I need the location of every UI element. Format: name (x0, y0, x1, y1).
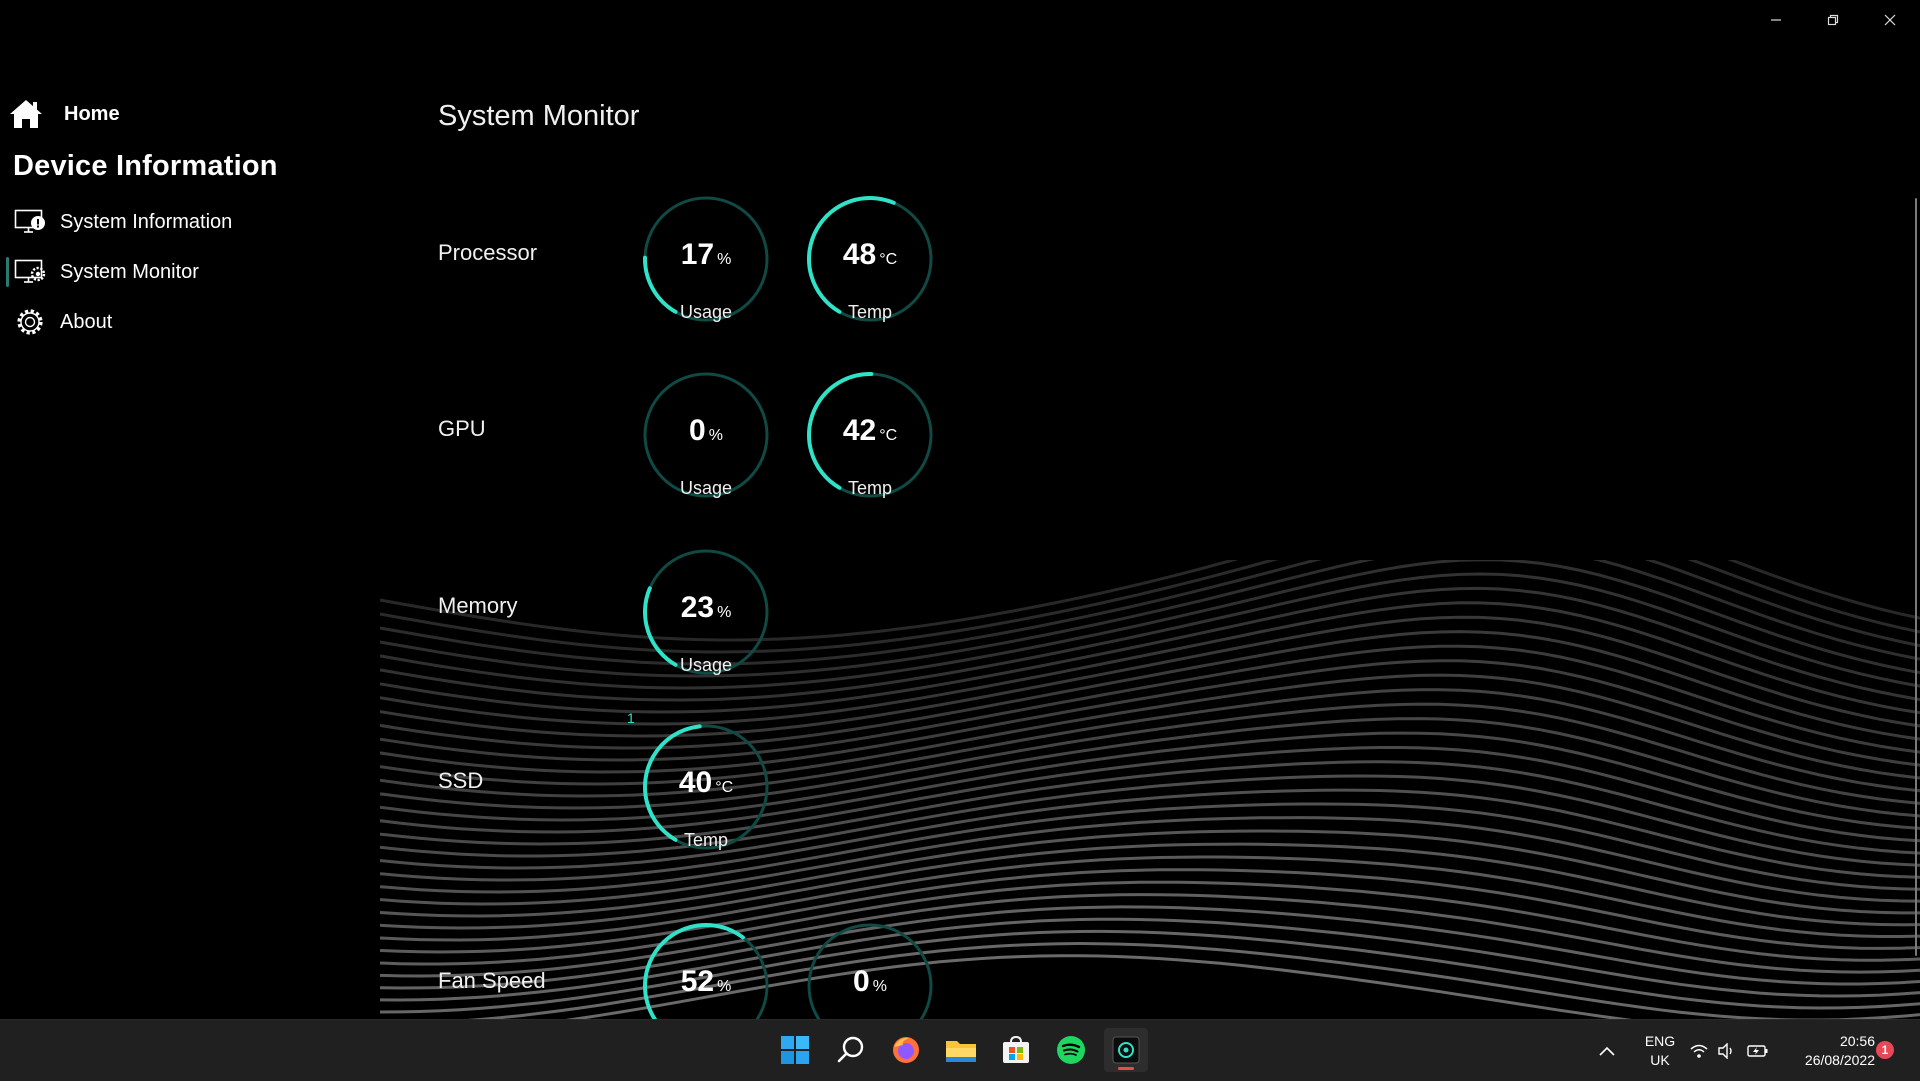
search-icon (837, 1036, 864, 1063)
vertical-scrollbar[interactable] (1915, 198, 1917, 956)
row-label-gpu: GPU (438, 416, 486, 441)
wave-line (380, 560, 1920, 690)
clock-date: 26/08/2022 (1804, 1052, 1875, 1068)
minimize-icon (1771, 19, 1781, 21)
wifi-button[interactable] (1689, 1020, 1709, 1081)
app-window: Home Device Information System Informati… (0, 0, 1920, 1019)
sidebar-item-about[interactable]: About (14, 302, 354, 342)
gauge-value: 42 (842, 414, 877, 447)
close-icon (1884, 14, 1896, 26)
battery-charging-icon (1747, 1044, 1768, 1057)
sidebar-item-label: About (60, 310, 113, 333)
spotify-icon (1057, 1036, 1085, 1064)
gauge-caption: Usage (679, 655, 733, 675)
gauge-value: 23 (680, 591, 715, 624)
gauge-caption: Temp (683, 830, 728, 850)
chevron-up-icon (1599, 1046, 1615, 1056)
windows-start-icon (781, 1036, 809, 1064)
gauge-value: 48 (842, 238, 877, 271)
home-icon (10, 100, 42, 128)
gauge-fan-speed-1: 52% (641, 921, 771, 1019)
taskbar-file-explorer-button[interactable] (939, 1028, 983, 1072)
gauge-unit: % (872, 978, 887, 995)
row-label-ssd: SSD (438, 768, 484, 793)
taskbar-start-button[interactable] (773, 1028, 817, 1072)
taskbar: ENG UK 20:56 26/08/2022 (0, 1019, 1920, 1081)
gauge-value: 17 (680, 238, 715, 271)
taskbar-firefox-button[interactable] (884, 1028, 928, 1072)
minimize-button[interactable] (1748, 0, 1804, 40)
microsoft-store-icon (1003, 1035, 1029, 1063)
volume-button[interactable] (1717, 1020, 1737, 1081)
sidebar-item-system-information[interactable]: System Information (14, 202, 354, 242)
gauge-ssd-temp: 40 °C Temp (641, 722, 771, 872)
wave-line (380, 802, 1920, 894)
gauge-unit: % (717, 251, 732, 268)
gauge-value: 52 (680, 965, 715, 998)
firefox-icon (893, 1037, 919, 1063)
gauge-unit: % (717, 978, 732, 995)
wave-line (380, 717, 1920, 822)
volume-icon (1718, 1042, 1732, 1059)
gauge-processor-temp: 48 °C Temp (805, 194, 935, 344)
sidebar-item-label: System Information (60, 210, 233, 233)
gauge-unit: °C (715, 779, 734, 796)
sidebar-item-system-monitor[interactable]: System Monitor (14, 252, 354, 292)
sidebar-item-label: System Monitor (60, 260, 199, 283)
wifi-icon (1690, 1044, 1708, 1058)
taskbar-store-button[interactable] (994, 1028, 1038, 1072)
language-region: UK (1650, 1052, 1670, 1068)
restore-icon (1827, 14, 1839, 26)
row-label-fan-speed: Fan Speed (438, 968, 546, 993)
gauge-processor-usage: 17% Usage (641, 194, 771, 344)
row-label-processor: Processor (438, 240, 538, 265)
taskbar-search-button[interactable] (829, 1028, 873, 1072)
gauge-fan-speed-2: 0% (805, 921, 935, 1019)
gauge-memory-usage: 23% Usage (641, 547, 771, 697)
gear-icon (17, 309, 43, 335)
gauge-value: 0 (689, 414, 706, 447)
wave-line (380, 560, 1920, 642)
gauge-gpu-usage: 0% Usage (641, 370, 771, 520)
active-app-indicator (1118, 1067, 1134, 1070)
page-title: System Monitor (438, 100, 640, 132)
system-monitor-app-icon (1112, 1036, 1140, 1064)
gauge-caption: Usage (679, 478, 733, 498)
gauge-caption: Temp (847, 302, 892, 322)
section-title: Device Information (13, 150, 278, 182)
taskbar-spotify-button[interactable] (1049, 1028, 1093, 1072)
gauge-value: 40 (678, 766, 713, 799)
gauge-gpu-temp: 42 °C Temp (805, 370, 935, 520)
gauge-unit: °C (879, 427, 898, 444)
language-indicator[interactable]: ENG UK (1635, 1032, 1685, 1070)
selected-indicator (6, 257, 9, 287)
notification-badge[interactable]: 1 (1876, 1041, 1894, 1059)
gauge-caption: Usage (679, 302, 733, 322)
tray-overflow-button[interactable] (1598, 1020, 1616, 1081)
taskbar-system-monitor-button[interactable] (1104, 1028, 1148, 1072)
file-explorer-icon (946, 1041, 976, 1062)
gauge-unit: % (708, 427, 723, 444)
restore-button[interactable] (1805, 0, 1861, 40)
language-code: ENG (1644, 1033, 1676, 1049)
wave-line (380, 688, 1920, 798)
gauge-caption: Temp (847, 478, 892, 498)
ssd-index-label: 1 (627, 710, 635, 726)
nav-home-label: Home (64, 102, 120, 125)
monitor-info-icon (14, 209, 45, 233)
row-label-memory: Memory (438, 593, 518, 618)
nav-home[interactable]: Home (8, 98, 120, 130)
close-button[interactable] (1862, 0, 1918, 40)
gauge-unit: % (717, 604, 732, 621)
clock-time: 20:56 (1839, 1033, 1875, 1049)
taskbar-clock[interactable]: 20:56 26/08/2022 (1780, 1032, 1875, 1070)
wave-background (380, 560, 1920, 1019)
gauge-value: 0 (853, 965, 870, 998)
gauge-unit: °C (879, 251, 898, 268)
wave-line (565, 954, 1633, 1019)
monitor-gear-icon (14, 259, 46, 283)
battery-button[interactable] (1747, 1020, 1769, 1081)
